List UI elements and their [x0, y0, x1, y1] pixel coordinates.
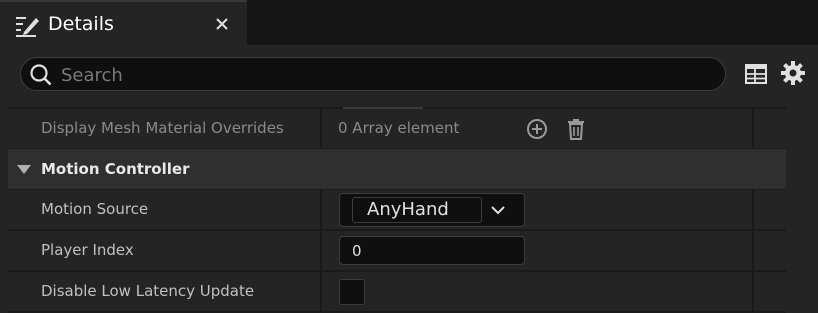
- column-divider[interactable]: [320, 190, 322, 229]
- scrollbar-track[interactable]: [786, 107, 818, 313]
- motion-source-dropdown[interactable]: AnyHand: [339, 193, 525, 227]
- tab-details[interactable]: Details: [0, 0, 247, 45]
- edit-pencil-icon: [16, 17, 39, 37]
- search-row: [0, 45, 818, 107]
- delete-icon[interactable]: [566, 118, 586, 140]
- category-motion-controller[interactable]: Motion Controller: [8, 149, 786, 189]
- search-input[interactable]: [61, 62, 701, 88]
- column-divider[interactable]: [320, 272, 322, 311]
- column-divider: [752, 109, 754, 148]
- array-count: 0 Array element: [338, 119, 460, 137]
- column-divider: [752, 272, 754, 311]
- caret-down-icon[interactable]: [17, 165, 31, 175]
- add-element-icon[interactable]: [526, 118, 548, 140]
- property-row-player-index: Player Index: [8, 231, 786, 270]
- dropdown-value: AnyHand: [367, 199, 449, 220]
- category-title: Motion Controller: [41, 160, 190, 178]
- table-view-icon[interactable]: [744, 62, 768, 86]
- player-index-input[interactable]: [339, 236, 525, 265]
- tab-title: Details: [48, 13, 114, 35]
- gear-icon[interactable]: [780, 60, 806, 86]
- column-divider: [752, 231, 754, 270]
- property-label: Disable Low Latency Update: [41, 282, 255, 300]
- property-label: Player Index: [41, 241, 134, 259]
- dropdown-value-box[interactable]: AnyHand: [352, 197, 482, 223]
- details-panel: Display Mesh Material Overrides 0 Array …: [0, 45, 818, 313]
- property-label: Display Mesh Material Overrides: [41, 119, 284, 137]
- property-row-motion-source: Motion Source AnyHand: [8, 190, 786, 229]
- column-divider[interactable]: [320, 109, 322, 148]
- column-divider: [752, 190, 754, 229]
- disable-low-latency-checkbox[interactable]: [339, 279, 365, 305]
- search-icon: [30, 64, 52, 86]
- property-row-disable-low-latency: Disable Low Latency Update: [8, 272, 786, 311]
- chevron-down-icon[interactable]: [490, 202, 506, 218]
- column-divider[interactable]: [320, 231, 322, 270]
- property-label: Motion Source: [41, 200, 149, 218]
- close-icon[interactable]: [214, 16, 230, 32]
- property-list: Display Mesh Material Overrides 0 Array …: [8, 107, 786, 313]
- property-row-material-overrides: Display Mesh Material Overrides 0 Array …: [8, 109, 786, 148]
- tab-bar: Details: [0, 0, 818, 45]
- search-box[interactable]: [20, 57, 726, 91]
